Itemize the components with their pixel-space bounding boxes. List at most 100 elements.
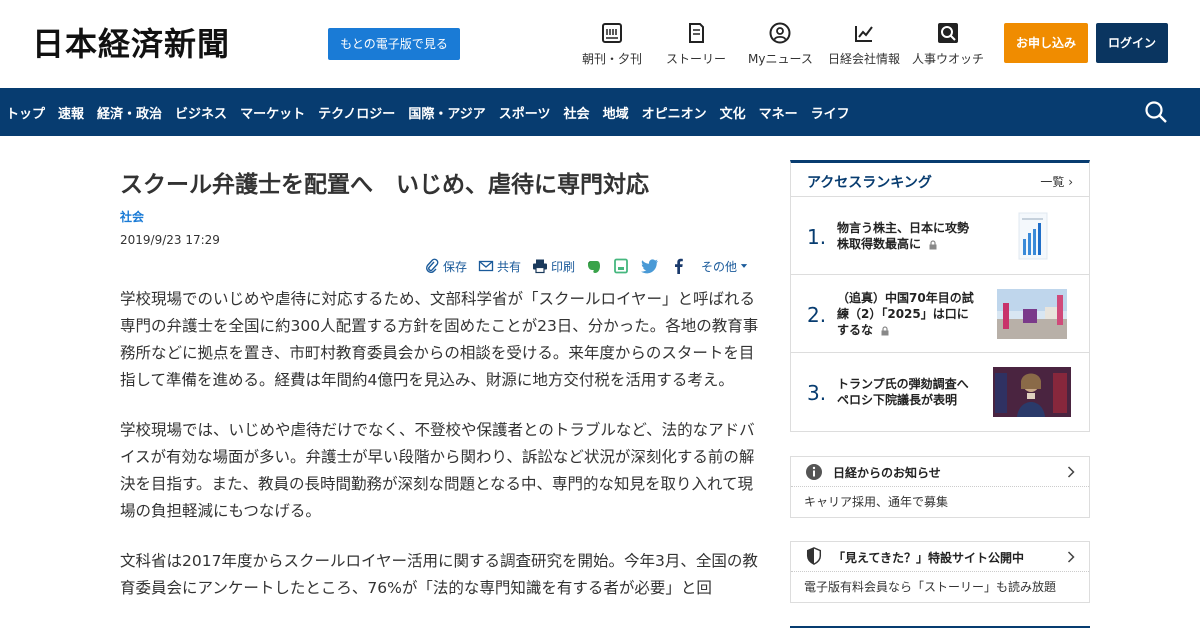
sidebar: アクセスランキング 一覧 › 1. 物言う株主、日本に攻勢 株取得数最高に 2.… <box>790 160 1090 628</box>
chart-icon <box>855 26 873 42</box>
bookmark-button[interactable] <box>613 258 629 274</box>
nav-newspaper[interactable]: 朝刊・夕刊 <box>582 22 642 72</box>
promo-header[interactable]: 「見えてきた？」特設サイト公開中 <box>791 542 1089 572</box>
save-button[interactable]: 保存 <box>424 258 467 275</box>
ranking-headline[interactable]: （追真）中国70年目の試練（2）「2025」は口にするな <box>837 290 977 338</box>
evernote-button[interactable] <box>586 258 602 274</box>
more-label: その他 <box>701 259 738 274</box>
site-header: 日本経済新聞 もとの電子版で見る 朝刊・夕刊 ストーリー Myニュース 日経会社… <box>0 0 1200 88</box>
nav-story-label: ストーリー <box>666 52 727 66</box>
mail-icon <box>478 260 494 272</box>
special-site-promo[interactable]: 「見えてきた？」特設サイト公開中 電子版有料会員なら「ストーリー」も読み放題 <box>790 541 1090 603</box>
notice-header[interactable]: 日経からのお知らせ <box>791 457 1089 487</box>
save-label: 保存 <box>443 259 468 274</box>
share-toolbar: 保存 共有 印刷 その他 <box>424 256 760 276</box>
ranking-thumbnail[interactable] <box>993 367 1071 417</box>
section-divider <box>790 626 1090 628</box>
nav-item-market[interactable]: マーケット <box>240 103 305 122</box>
nav-item-technology[interactable]: テクノロジー <box>318 103 395 122</box>
article-body: 学校現場でのいじめや虐待に対応するため、文部科学省が「スクールロイヤー」と呼ばれ… <box>120 286 760 625</box>
ranking-more-label: 一覧 <box>1040 175 1065 189</box>
article-title: スクール弁護士を配置へ いじめ、虐待に専門対応 <box>120 172 649 198</box>
lock-icon <box>929 239 937 249</box>
ranking-number: 3. <box>807 381 827 405</box>
ranking-more-link[interactable]: 一覧 › <box>1040 173 1073 190</box>
nav-newspaper-label: 朝刊・夕刊 <box>582 52 643 66</box>
promo-body[interactable]: 電子版有料会員なら「ストーリー」も読み放題 <box>791 572 1089 602</box>
nav-personnel-watch-label: 人事ウオッチ <box>912 52 985 66</box>
article-paragraph: 学校現場では、いじめや虐待だけでなく、不登校や保護者とのトラブルなど、法的なアド… <box>120 421 755 520</box>
ranking-headline[interactable]: トランプ氏の弾劾調査へ ペロシ下院議長が表明 <box>837 376 981 408</box>
search-icon[interactable] <box>1144 100 1168 124</box>
article-paragraph: 学校現場でのいじめや虐待に対応するため、文部科学省が「スクールロイヤー」と呼ばれ… <box>120 290 759 389</box>
chevron-right-icon <box>1067 551 1075 563</box>
print-button[interactable]: 印刷 <box>532 258 575 275</box>
lock-icon <box>881 325 889 335</box>
search-person-icon <box>938 23 958 43</box>
nav-company-info[interactable]: 日経会社情報 <box>828 22 900 72</box>
print-label: 印刷 <box>551 259 576 274</box>
ranking-title: アクセスランキング <box>807 175 932 191</box>
article-paragraph: 文科省は2017年度からスクールロイヤー活用に関する調査研究を開始。今年3月、全… <box>120 552 758 597</box>
ranking-number: 1. <box>807 225 827 249</box>
share-button[interactable]: 共有 <box>478 258 521 275</box>
nav-item-life[interactable]: ライフ <box>811 103 850 122</box>
info-icon <box>806 464 822 480</box>
nav-item-sports[interactable]: スポーツ <box>499 103 551 122</box>
nav-story[interactable]: ストーリー <box>666 22 726 72</box>
apply-button[interactable]: お申し込み <box>1004 23 1088 63</box>
ranking-headline-text: （追真）中国70年目の試練（2）「2025」は口にするな <box>837 291 974 337</box>
navigation-items: トップ 速報 経済・政治 ビジネス マーケット テクノロジー 国際・アジア スポ… <box>6 88 863 136</box>
notice-body[interactable]: キャリア採用、通年で募集 <box>791 487 1089 517</box>
nav-item-society[interactable]: 社会 <box>564 103 590 122</box>
nav-item-top[interactable]: トップ <box>6 103 45 122</box>
article-category[interactable]: 社会 <box>120 210 760 224</box>
site-logo[interactable]: 日本経済新聞 <box>32 26 230 62</box>
ranking-number: 2. <box>807 303 827 327</box>
chevron-right-icon <box>1067 466 1075 478</box>
nav-item-opinion[interactable]: オピニオン <box>642 103 707 122</box>
user-icon <box>769 22 791 44</box>
nav-item-region[interactable]: 地域 <box>603 103 629 122</box>
login-button[interactable]: ログイン <box>1096 23 1168 63</box>
printer-icon <box>533 259 548 274</box>
twitter-button[interactable] <box>640 257 660 275</box>
ranking-header: アクセスランキング 一覧 › <box>791 163 1089 197</box>
nav-personnel-watch[interactable]: 人事ウオッチ <box>912 22 984 72</box>
notice-title: 日経からのお知らせ <box>833 466 941 480</box>
ranking-headline-text: 物言う株主、日本に攻勢 株取得数最高に <box>837 221 982 251</box>
ranking-item[interactable]: 1. 物言う株主、日本に攻勢 株取得数最高に <box>791 197 1089 275</box>
nav-item-international[interactable]: 国際・アジア <box>408 103 485 122</box>
original-paper-button[interactable]: もとの電子版で見る <box>328 28 460 60</box>
nav-item-culture[interactable]: 文化 <box>720 103 746 122</box>
nav-item-economy-politics[interactable]: 経済・政治 <box>97 103 162 122</box>
nav-item-breaking[interactable]: 速報 <box>58 103 84 122</box>
promo-title: 「見えてきた？」特設サイト公開中 <box>833 551 1025 565</box>
access-ranking: アクセスランキング 一覧 › 1. 物言う株主、日本に攻勢 株取得数最高に 2.… <box>790 160 1090 432</box>
nikkei-notice[interactable]: 日経からのお知らせ キャリア採用、通年で募集 <box>790 456 1090 518</box>
share-label: 共有 <box>497 259 522 274</box>
ranking-headline-text: トランプ氏の弾劾調査へ ペロシ下院議長が表明 <box>837 377 981 407</box>
ranking-headline[interactable]: 物言う株主、日本に攻勢 株取得数最高に <box>837 220 981 252</box>
main-navigation: トップ 速報 経済・政治 ビジネス マーケット テクノロジー 国際・アジア スポ… <box>0 88 1200 136</box>
ranking-item[interactable]: 3. トランプ氏の弾劾調査へ ペロシ下院議長が表明 <box>791 353 1089 431</box>
bookmark-icon <box>614 258 628 274</box>
twitter-icon <box>641 259 658 274</box>
facebook-icon <box>675 258 683 274</box>
more-button[interactable]: その他 <box>698 258 749 275</box>
ranking-thumbnail[interactable] <box>1001 211 1061 261</box>
nav-company-info-label: 日経会社情報 <box>828 52 901 66</box>
nav-item-business[interactable]: ビジネス <box>175 103 227 122</box>
ranking-thumbnail[interactable] <box>997 289 1067 339</box>
shield-icon <box>806 547 822 565</box>
facebook-button[interactable] <box>671 256 687 276</box>
caret-down-icon <box>740 264 748 268</box>
newspaper-icon <box>602 23 622 43</box>
article: スクール弁護士を配置へ いじめ、虐待に専門対応 社会 2019/9/23 17:… <box>120 160 760 597</box>
chevron-right-icon: › <box>1068 175 1073 189</box>
nav-item-money[interactable]: マネー <box>759 103 798 122</box>
evernote-icon <box>588 261 601 273</box>
ranking-item[interactable]: 2. （追真）中国70年目の試練（2）「2025」は口にするな <box>791 275 1089 353</box>
nav-mynews[interactable]: Myニュース <box>748 22 813 72</box>
nav-mynews-label: Myニュース <box>748 52 813 66</box>
